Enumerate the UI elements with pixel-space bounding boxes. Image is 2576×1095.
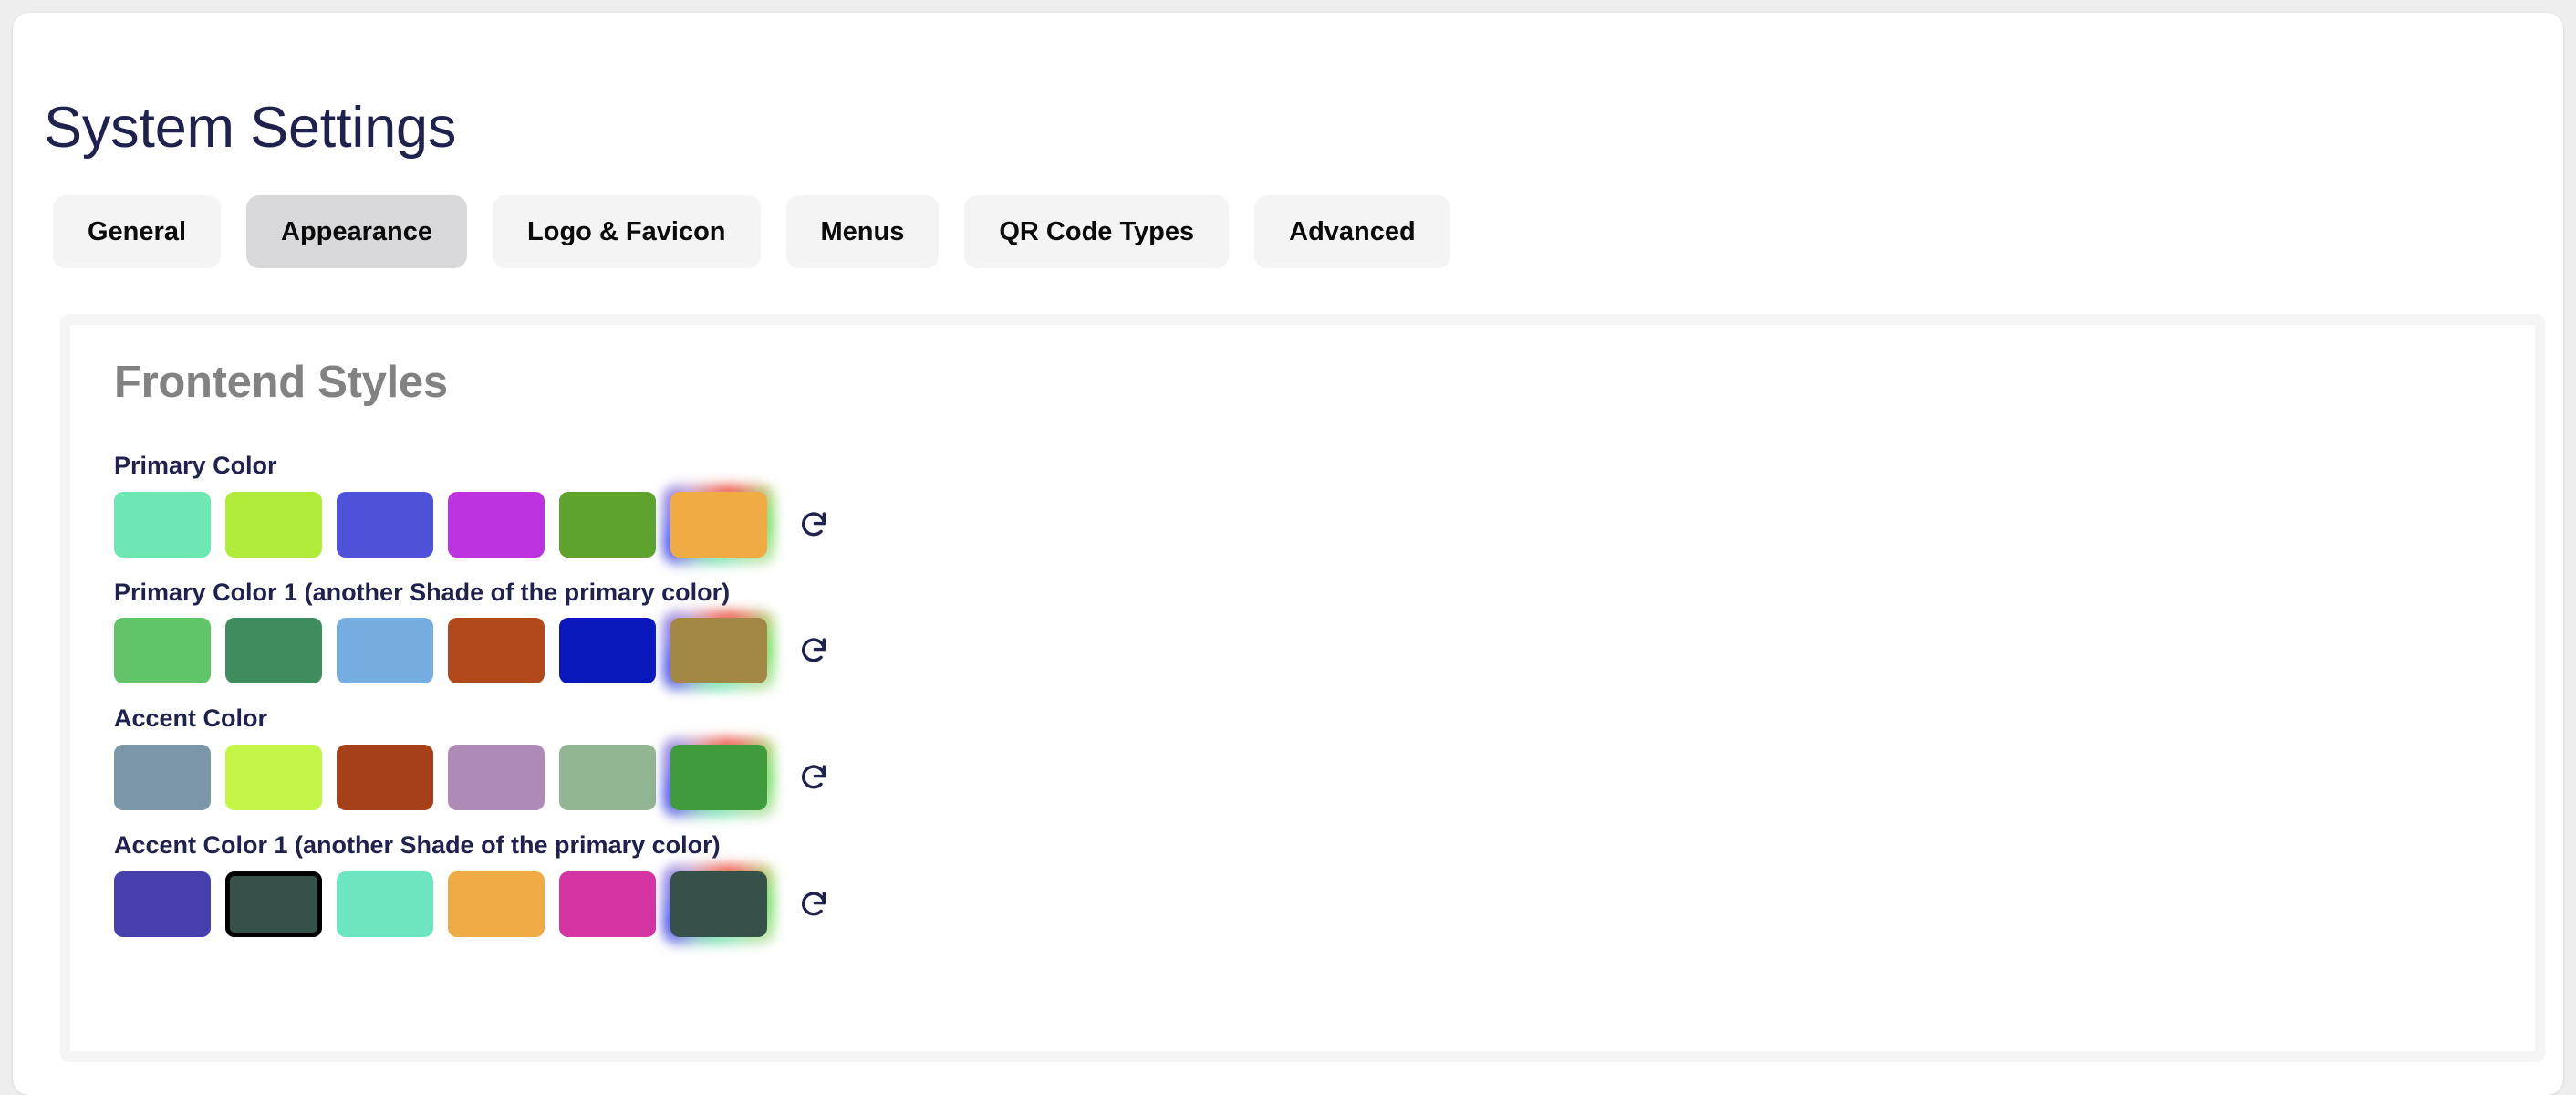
color-swatch[interactable] <box>114 491 211 558</box>
color-swatch-list <box>114 610 2486 692</box>
settings-tabbar: General Appearance Logo & Favicon Menus QR C… <box>53 195 1450 268</box>
color-swatch[interactable] <box>225 491 322 558</box>
color-row-label: Accent Color <box>114 704 268 733</box>
reset-color-button[interactable] <box>795 631 833 670</box>
tab-general[interactable]: General <box>53 195 221 268</box>
color-swatch[interactable] <box>225 871 322 937</box>
color-row-label: Primary Color 1 (another Shade of the pr… <box>114 578 731 606</box>
color-swatch[interactable] <box>225 745 322 811</box>
color-swatch[interactable] <box>114 618 211 684</box>
accent-color-picker[interactable] <box>670 745 767 811</box>
color-swatch[interactable] <box>448 745 545 811</box>
color-picker-wrapper <box>663 484 774 565</box>
color-row: Accent Color <box>114 704 2486 819</box>
color-swatch[interactable] <box>559 491 656 558</box>
tab-qr-code-types[interactable]: QR Code Types <box>964 195 1230 268</box>
section-heading: Frontend Styles <box>114 358 448 407</box>
color-row: Primary Color <box>114 452 2486 565</box>
color-swatch-list <box>114 484 2486 565</box>
tab-advanced[interactable]: Advanced <box>1254 195 1450 268</box>
color-rows-container: Primary Color Primary Color 1 (another Sh… <box>114 452 2486 959</box>
refresh-icon <box>798 889 829 920</box>
color-swatch[interactable] <box>448 618 545 684</box>
color-picker-wrapper <box>663 737 774 819</box>
reset-color-button[interactable] <box>795 506 833 544</box>
refresh-icon <box>798 509 829 540</box>
color-swatch[interactable] <box>559 871 656 937</box>
color-swatch[interactable] <box>225 618 322 684</box>
frontend-styles-panel: Frontend Styles Primary Color Primary Col… <box>60 314 2545 1062</box>
color-swatch[interactable] <box>114 745 211 811</box>
color-picker-wrapper <box>663 610 774 692</box>
color-swatch-list <box>114 863 2486 944</box>
color-swatch[interactable] <box>559 618 656 684</box>
color-swatch[interactable] <box>337 491 433 558</box>
primary-color-picker[interactable] <box>670 491 767 558</box>
color-picker-wrapper <box>663 863 774 944</box>
color-row-label: Accent Color 1 (another Shade of the pri… <box>114 831 721 860</box>
accent-color-1-picker[interactable] <box>670 871 767 937</box>
color-row: Accent Color 1 (another Shade of the pri… <box>114 831 2486 944</box>
primary-color-1-picker[interactable] <box>670 618 767 684</box>
color-swatch[interactable] <box>337 871 433 937</box>
tab-appearance[interactable]: Appearance <box>246 195 468 268</box>
color-row: Primary Color 1 (another Shade of the pr… <box>114 578 2486 692</box>
frontend-styles-card: Frontend Styles Primary Color Primary Col… <box>70 325 2535 1051</box>
refresh-icon <box>798 635 829 666</box>
tab-menus[interactable]: Menus <box>785 195 940 268</box>
color-swatch[interactable] <box>114 871 211 937</box>
color-swatch[interactable] <box>337 745 433 811</box>
color-swatch[interactable] <box>559 745 656 811</box>
color-row-label: Primary Color <box>114 452 277 479</box>
page-title: System Settings <box>44 96 457 161</box>
reset-color-button[interactable] <box>795 758 833 797</box>
color-swatch[interactable] <box>448 491 545 558</box>
settings-page-card: System Settings General Appearance Logo & … <box>13 13 2563 1095</box>
color-swatch-list <box>114 737 2486 819</box>
refresh-icon <box>798 762 829 793</box>
color-swatch[interactable] <box>337 618 433 684</box>
color-swatch[interactable] <box>448 871 545 937</box>
reset-color-button[interactable] <box>795 885 833 923</box>
tab-logo-favicon[interactable]: Logo & Favicon <box>493 195 761 268</box>
